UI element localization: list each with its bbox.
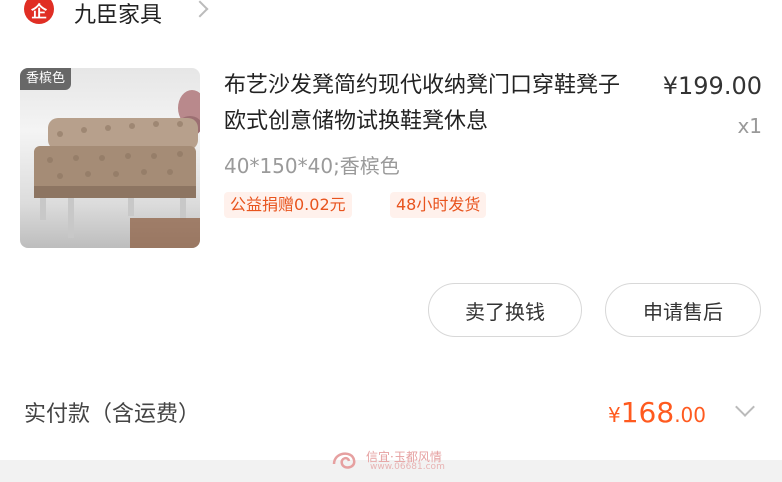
payment-label: 实付款（含运费） [24, 402, 201, 427]
watermark-logo-icon [332, 452, 356, 469]
shop-badge-text: 企 [30, 2, 47, 21]
shop-header[interactable]: 企 九臣家具 [0, 0, 782, 30]
payment-amount: ¥168.00 [608, 396, 706, 429]
watermark: 信宜·玉都风情 www.06681.com [330, 446, 470, 474]
shipping-tag: 48小时发货 [390, 192, 487, 218]
product-price: ¥199.00 [662, 72, 762, 100]
chevron-down-icon[interactable] [735, 397, 755, 417]
currency-symbol: ¥ [608, 403, 621, 427]
chevron-right-icon[interactable] [191, 0, 209, 18]
image-color-tag: 香槟色 [20, 68, 72, 90]
product-sku: 40*150*40;香槟色 [224, 154, 400, 178]
payment-amount-decimal: .00 [674, 403, 706, 427]
shop-name[interactable]: 九臣家具 [74, 0, 162, 29]
product-image[interactable]: 香槟色 [20, 68, 200, 248]
payment-amount-integer: 168 [620, 396, 675, 429]
charity-tag: 公益捐赠0.02元 [224, 192, 352, 218]
watermark-url: www.06681.com [370, 462, 445, 472]
shop-badge-icon: 企 [24, 0, 54, 24]
product-title[interactable]: 布艺沙发凳简约现代收纳凳门口穿鞋凳子欧式创意储物试换鞋凳休息 [224, 68, 624, 140]
after-sale-button[interactable]: 申请售后 [605, 283, 761, 337]
sell-button[interactable]: 卖了换钱 [428, 283, 582, 337]
ottoman-illustration [34, 90, 200, 248]
product-quantity: x1 [737, 114, 762, 138]
